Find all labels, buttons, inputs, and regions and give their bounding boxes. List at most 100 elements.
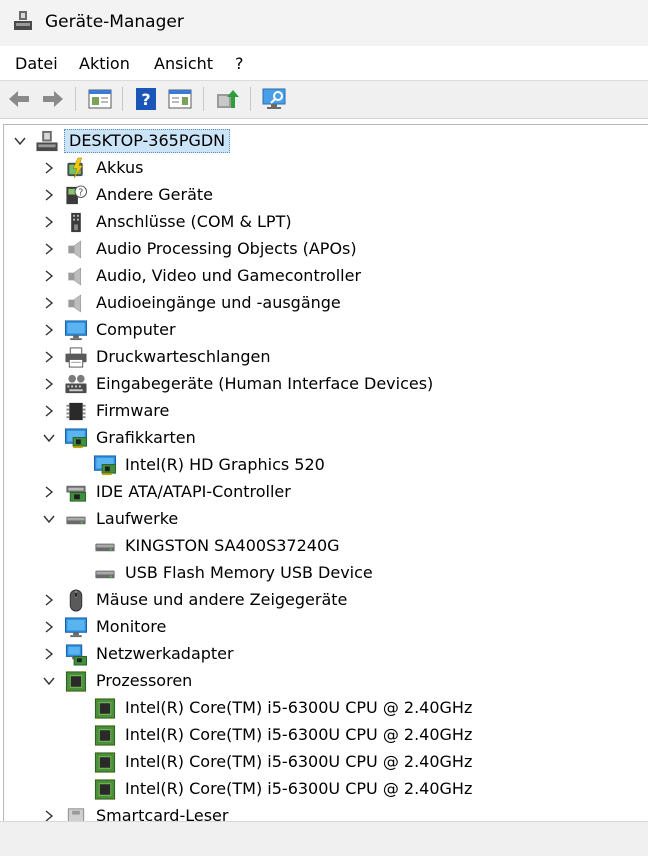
drive-icon	[66, 516, 86, 525]
drive-icon	[95, 570, 115, 579]
chevron-right-icon[interactable]	[42, 485, 56, 499]
chevron-right-icon[interactable]	[42, 377, 56, 391]
chevron-right-icon[interactable]	[42, 269, 56, 283]
tree-device[interactable]: Intel(R) Core(TM) i5-6300U CPU @ 2.40GHz	[4, 776, 644, 803]
chevron-down-icon[interactable]	[42, 512, 56, 526]
menu-bar: Datei Aktion Ansicht ?	[0, 46, 648, 81]
processor-icon	[94, 724, 116, 747]
speaker-icon	[68, 240, 82, 259]
chevron-right-icon[interactable]	[42, 404, 56, 418]
tree-category-label: Netzwerkadapter	[96, 644, 234, 663]
tree-category-label: Akkus	[96, 158, 144, 177]
display-adapter-icon	[64, 428, 88, 449]
toolbar: ?	[0, 81, 648, 119]
chevron-right-icon[interactable]	[42, 296, 56, 310]
chevron-right-icon[interactable]	[42, 161, 56, 175]
tree-device[interactable]: USB Flash Memory USB Device	[4, 560, 644, 587]
tree-category[interactable]: Mäuse und andere Zeigegeräte	[4, 587, 644, 614]
tree-category-label: Audioeingänge und -ausgänge	[96, 293, 341, 312]
toolbar-separator	[250, 87, 251, 111]
tree-category-label: Andere Geräte	[96, 185, 213, 204]
chevron-right-icon[interactable]	[42, 647, 56, 661]
chip-icon	[66, 402, 86, 421]
menu-help[interactable]: ?	[235, 54, 244, 73]
back-arrow-icon[interactable]	[6, 86, 32, 112]
chevron-right-icon[interactable]	[42, 242, 56, 256]
display-adapter-icon	[93, 455, 117, 476]
chevron-right-icon[interactable]	[42, 350, 56, 364]
tree-device[interactable]: Intel(R) Core(TM) i5-6300U CPU @ 2.40GHz	[4, 749, 644, 776]
tree-category[interactable]: ? Andere Geräte	[4, 182, 644, 209]
network-adapter-icon	[65, 644, 88, 666]
tree-category[interactable]: Grafikkarten	[4, 425, 644, 452]
tree-category[interactable]: Computer	[4, 317, 644, 344]
tree-device-label: KINGSTON SA400S37240G	[125, 536, 340, 555]
tree-device[interactable]: Intel(R) Core(TM) i5-6300U CPU @ 2.40GHz	[4, 722, 644, 749]
device-tree[interactable]: DESKTOP-365PGDN Akkus ? Andere Geräte Anschl…	[3, 124, 648, 822]
tree-category[interactable]: Netzwerkadapter	[4, 641, 644, 668]
tree-device-label: Intel(R) Core(TM) i5-6300U CPU @ 2.40GHz	[125, 779, 473, 798]
chevron-right-icon[interactable]	[42, 323, 56, 337]
menu-ansicht[interactable]: Ansicht	[154, 54, 213, 73]
svg-text:?: ?	[141, 90, 150, 109]
tree-category[interactable]: Druckwarteschlangen	[4, 344, 644, 371]
tree-device-label: Intel(R) Core(TM) i5-6300U CPU @ 2.40GHz	[125, 752, 473, 771]
tree-device[interactable]: Intel(R) Core(TM) i5-6300U CPU @ 2.40GHz	[4, 695, 644, 722]
update-driver-icon[interactable]	[214, 86, 240, 112]
processor-icon	[94, 697, 116, 720]
tree-category[interactable]: Laufwerke	[4, 506, 644, 533]
processor-icon	[94, 778, 116, 801]
tree-device[interactable]: KINGSTON SA400S37240G	[4, 533, 644, 560]
port-icon	[71, 212, 81, 233]
chevron-right-icon[interactable]	[42, 188, 56, 202]
tree-device-label: USB Flash Memory USB Device	[125, 563, 373, 582]
printer-icon	[65, 347, 87, 368]
chevron-right-icon[interactable]	[42, 593, 56, 607]
action-pane-icon[interactable]	[167, 86, 193, 112]
tree-category[interactable]: Monitore	[4, 614, 644, 641]
tree-category[interactable]: Prozessoren	[4, 668, 644, 695]
speaker-icon	[68, 294, 82, 313]
tree-category[interactable]: Audio, Video und Gamecontroller	[4, 263, 644, 290]
forward-arrow-icon[interactable]	[40, 86, 66, 112]
tree-category-label: Prozessoren	[96, 671, 193, 690]
help-icon[interactable]: ?	[133, 86, 159, 112]
tree-category-label: Mäuse und andere Zeigegeräte	[96, 590, 348, 609]
tree-category-label: Anschlüsse (COM & LPT)	[96, 212, 292, 231]
mouse-icon	[69, 589, 83, 612]
toolbar-separator	[203, 87, 204, 111]
battery-icon	[67, 157, 84, 179]
chevron-down-icon[interactable]	[42, 431, 56, 445]
tree-category[interactable]: Smartcard-Leser	[4, 803, 644, 822]
tree-category[interactable]: Firmware	[4, 398, 644, 425]
chevron-down-icon[interactable]	[42, 674, 56, 688]
processor-icon	[65, 670, 87, 693]
hid-icon	[65, 374, 87, 394]
tree-category-label: Monitore	[96, 617, 167, 636]
smartcard-reader-icon	[67, 808, 85, 822]
scan-hardware-icon[interactable]	[261, 86, 287, 112]
monitor-icon	[64, 320, 88, 341]
chevron-down-icon[interactable]	[13, 134, 27, 148]
console-tree-icon[interactable]	[87, 86, 113, 112]
menu-aktion[interactable]: Aktion	[79, 54, 130, 73]
tree-category-label: Grafikkarten	[96, 428, 196, 447]
ide-controller-icon	[66, 485, 87, 502]
processor-icon	[94, 751, 116, 774]
tree-device[interactable]: Intel(R) HD Graphics 520	[4, 452, 644, 479]
tree-category-label: Firmware	[96, 401, 170, 420]
chevron-right-icon[interactable]	[42, 215, 56, 229]
tree-category-label: Laufwerke	[96, 509, 179, 528]
tree-category[interactable]: Eingabegeräte (Human Interface Devices)	[4, 371, 644, 398]
tree-category[interactable]: Audio Processing Objects (APOs)	[4, 236, 644, 263]
toolbar-separator	[122, 87, 123, 111]
tree-category[interactable]: Anschlüsse (COM & LPT)	[4, 209, 644, 236]
tree-device-label: Intel(R) Core(TM) i5-6300U CPU @ 2.40GHz	[125, 725, 473, 744]
menu-datei[interactable]: Datei	[15, 54, 58, 73]
tree-category[interactable]: IDE ATA/ATAPI-Controller	[4, 479, 644, 506]
tree-device-label: Intel(R) Core(TM) i5-6300U CPU @ 2.40GHz	[125, 698, 473, 717]
tree-category[interactable]: Akkus	[4, 155, 644, 182]
tree-category[interactable]: Audioeingänge und -ausgänge	[4, 290, 644, 317]
tree-root[interactable]: DESKTOP-365PGDN	[4, 128, 644, 155]
chevron-right-icon[interactable]	[42, 620, 56, 634]
